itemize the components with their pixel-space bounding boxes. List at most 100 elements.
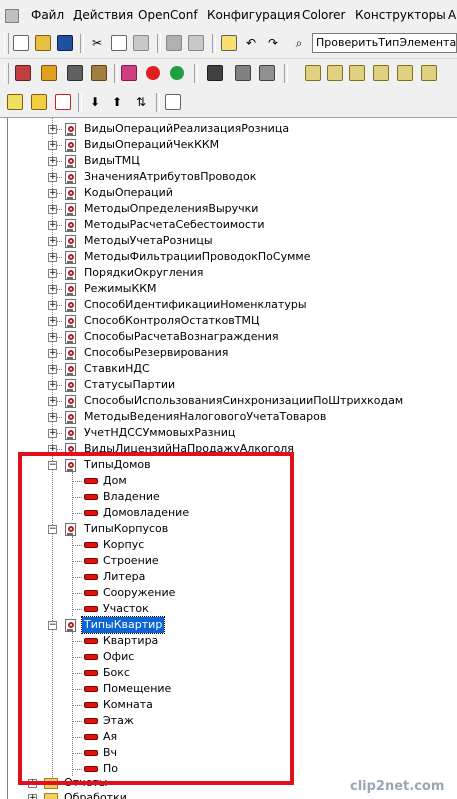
properties-icon[interactable] (164, 93, 182, 111)
move-up-icon[interactable]: ⬆ (108, 93, 126, 111)
menu-more[interactable]: А (448, 8, 456, 22)
cut-icon[interactable]: ✂ (88, 34, 106, 52)
wizard-5-icon[interactable] (396, 64, 414, 82)
enum-icon (64, 363, 78, 376)
menu-bar: Файл Действия OpenConf Конфигурация Colo… (0, 0, 457, 30)
config-tree-icon[interactable] (14, 64, 32, 82)
undo-icon[interactable]: ↶ (242, 34, 260, 52)
expand-icon[interactable]: + (48, 253, 57, 262)
expand-icon[interactable]: + (48, 157, 57, 166)
tree-item-enum[interactable]: + СпособыИспользованияСинхронизацииПоШтри… (0, 393, 457, 409)
menu-configuration[interactable]: Конфигурация (207, 8, 300, 22)
expand-icon[interactable]: + (48, 237, 57, 246)
expand-icon[interactable]: + (48, 125, 57, 134)
print-icon[interactable] (165, 34, 183, 52)
debug-run-icon[interactable] (168, 64, 186, 82)
tree-item-enum[interactable]: + СпособИдентификацииНоменклатуры (0, 297, 457, 313)
debug-stop-icon[interactable] (144, 64, 162, 82)
tree-item-label: ВидыТМЦ (84, 154, 140, 167)
users-icon[interactable] (66, 64, 84, 82)
tree-item-enum[interactable]: + ПорядкиОкругления (0, 265, 457, 281)
tree-item-label: СпособыРезервирования (84, 346, 229, 359)
user-settings-icon[interactable] (206, 64, 224, 82)
tree-item-enum[interactable]: + ВидыОперацийЧекККМ (0, 137, 457, 153)
expand-icon[interactable]: + (48, 397, 57, 406)
tree-item-enum[interactable]: + ВидыОперацийРеализацияРозница (0, 121, 457, 137)
toolbar-separator (212, 34, 216, 53)
expand-icon[interactable]: + (48, 141, 57, 150)
expand-icon[interactable]: + (48, 365, 57, 374)
sort-az-icon[interactable]: ⇅ (132, 93, 150, 111)
tree-item-enum[interactable]: + КодыОпераций (0, 185, 457, 201)
copy-icon[interactable] (110, 34, 128, 52)
delete-object-icon[interactable] (54, 93, 72, 111)
enum-icon (64, 123, 78, 136)
tree-item-enum[interactable]: + СтавкиНДС (0, 361, 457, 377)
expand-icon[interactable]: + (48, 285, 57, 294)
wizard-3-icon[interactable] (348, 64, 366, 82)
print-preview-icon[interactable] (187, 34, 205, 52)
structure-icon[interactable] (234, 64, 252, 82)
expand-icon[interactable]: + (48, 349, 57, 358)
expand-icon[interactable]: + (48, 381, 57, 390)
tree-item-enum[interactable]: + УчетНДССУммовыхРазниц (0, 425, 457, 441)
expand-icon[interactable]: + (48, 317, 57, 326)
expand-icon[interactable]: + (48, 205, 57, 214)
rights-icon[interactable] (90, 64, 108, 82)
menu-colorer[interactable]: Colorer (302, 8, 345, 22)
toolbar-grip[interactable] (4, 33, 9, 54)
tree-item-enum[interactable]: + СпособКонтроляОстатковТМЦ (0, 313, 457, 329)
new-object-icon[interactable] (6, 93, 24, 111)
expand-icon[interactable]: + (48, 269, 57, 278)
tree-item-enum[interactable]: + СтатусыПартии (0, 377, 457, 393)
tree-item-label: МетодыФильтрацииПроводокПоСумме (84, 250, 311, 263)
expand-icon[interactable]: + (48, 189, 57, 198)
tree-item-enum[interactable]: + СпособыРезервирования (0, 345, 457, 361)
tree-item-enum[interactable]: + МетодыУчетаРозницы (0, 233, 457, 249)
toolbar-separator (78, 93, 82, 112)
expand-icon[interactable]: + (48, 221, 57, 230)
menu-constructors[interactable]: Конструкторы (355, 8, 446, 22)
redo-icon[interactable]: ↷ (264, 34, 282, 52)
tree-item-enum[interactable]: + ЗначенияАтрибутовПроводок (0, 169, 457, 185)
toolbar-grip[interactable] (4, 63, 9, 84)
watermark: clip2net.com (350, 779, 445, 794)
wizard-2-icon[interactable] (326, 64, 344, 82)
expand-icon[interactable]: + (48, 301, 57, 310)
wizard-1-icon[interactable] (304, 64, 322, 82)
system-menu-icon[interactable] (5, 9, 19, 23)
tree-item-enum[interactable]: + РежимыККМ (0, 281, 457, 297)
move-down-icon[interactable]: ⬇ (86, 93, 104, 111)
find-binoculars-icon[interactable]: ⌕ (290, 34, 308, 52)
help-icon[interactable] (220, 34, 238, 52)
menu-file[interactable]: Файл (31, 8, 64, 22)
expand-icon[interactable]: + (48, 413, 57, 422)
search-combo[interactable]: ПроверитьТипЭлемента( (312, 33, 457, 53)
hierarchy-icon[interactable] (258, 64, 276, 82)
paste-icon[interactable] (132, 34, 150, 52)
tree-item-enum[interactable]: + МетодыВеденияНалоговогоУчетаТоваров (0, 409, 457, 425)
save-icon[interactable] (56, 34, 74, 52)
new-document-icon[interactable] (12, 34, 30, 52)
open-folder-icon[interactable] (34, 34, 52, 52)
tree-item-label: СтатусыПартии (84, 378, 176, 391)
tree-item-enum[interactable]: + МетодыРасчетаСебестоимости (0, 217, 457, 233)
menu-actions[interactable]: Действия (73, 8, 133, 22)
tree-item-enum[interactable]: + МетодыФильтрацииПроводокПоСумме (0, 249, 457, 265)
tree-item-label: ПорядкиОкругления (84, 266, 204, 279)
expand-icon[interactable]: + (28, 794, 37, 799)
edit-object-icon[interactable] (30, 93, 48, 111)
metadata-icon[interactable] (40, 64, 58, 82)
expand-icon[interactable]: + (48, 173, 57, 182)
expand-icon[interactable]: + (48, 333, 57, 342)
tree-item-enum[interactable]: + ВидыТМЦ (0, 153, 457, 169)
tree-item-enum[interactable]: + МетодыОпределенияВыручки (0, 201, 457, 217)
tree-item-enum[interactable]: + СпособыРасчетаВознаграждения (0, 329, 457, 345)
syntax-check-icon[interactable] (120, 64, 138, 82)
tree-item-label: УчетНДССУммовыхРазниц (84, 426, 236, 439)
menu-openconf[interactable]: OpenConf (138, 8, 198, 22)
wizard-4-icon[interactable] (372, 64, 390, 82)
enum-icon (64, 187, 78, 200)
expand-icon[interactable]: + (48, 429, 57, 438)
wizard-6-icon[interactable] (420, 64, 438, 82)
